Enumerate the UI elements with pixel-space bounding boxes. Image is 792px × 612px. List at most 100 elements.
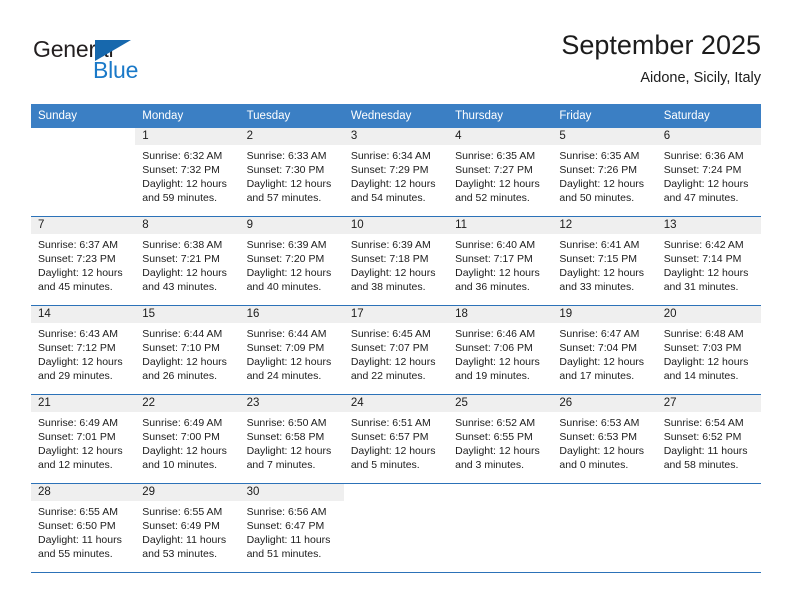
calendar-day-cell[interactable]: 24 Sunrise: 6:51 AM Sunset: 6:57 PM Dayligh… <box>343 394 449 484</box>
sunset-text: Sunset: 7:15 PM <box>559 253 638 265</box>
day-number: 9 <box>239 217 344 234</box>
daylight-text: and 3 minutes. <box>455 459 525 471</box>
sunset-text: Sunset: 7:09 PM <box>246 342 325 354</box>
daylight-text: Daylight: 12 hours <box>455 178 540 190</box>
sunrise-text: Sunrise: 6:48 AM <box>663 328 744 340</box>
daylight-text: and 43 minutes. <box>142 281 217 293</box>
day-cell-inner: 4 Sunrise: 6:35 AM Sunset: 7:27 PM Daylight… <box>448 128 553 216</box>
day-cell-inner: 27 Sunrise: 6:54 AM Sunset: 6:52 PM Dayligh… <box>656 395 761 483</box>
calendar-day-cell[interactable]: 2 Sunrise: 6:33 AM Sunset: 7:30 PM Daylight… <box>239 128 344 217</box>
calendar-day-cell[interactable]: 9 Sunrise: 6:39 AM Sunset: 7:20 PM Daylight… <box>239 216 344 306</box>
calendar-day-cell[interactable]: 12 Sunrise: 6:41 AM Sunset: 7:15 PM Dayligh… <box>552 216 657 306</box>
sunset-text: Sunset: 6:58 PM <box>246 431 325 443</box>
day-cell-inner: 24 Sunrise: 6:51 AM Sunset: 6:57 PM Dayligh… <box>343 395 449 483</box>
day-number <box>448 484 553 501</box>
calendar-day-cell[interactable]: 14 Sunrise: 6:43 AM Sunset: 7:12 PM Dayligh… <box>31 305 136 395</box>
daylight-text: Daylight: 11 hours <box>142 534 227 546</box>
day-cell-inner: 11 Sunrise: 6:40 AM Sunset: 7:17 PM Dayligh… <box>448 217 553 305</box>
calendar-day-cell[interactable]: 6 Sunrise: 6:36 AM Sunset: 7:24 PM Daylight… <box>656 128 761 217</box>
day-cell-inner: 6 Sunrise: 6:36 AM Sunset: 7:24 PM Daylight… <box>656 128 761 216</box>
day-number: 20 <box>656 306 761 323</box>
day-cell-inner: 15 Sunrise: 6:44 AM Sunset: 7:10 PM Dayligh… <box>135 306 240 394</box>
sunrise-text: Sunrise: 6:41 AM <box>559 239 640 251</box>
sunrise-text: Sunrise: 6:56 AM <box>246 506 327 518</box>
day-details: Sunrise: 6:46 AM Sunset: 7:06 PM Daylight:… <box>448 323 552 383</box>
calendar-day-cell[interactable]: 10 Sunrise: 6:39 AM Sunset: 7:18 PM Dayligh… <box>343 216 449 306</box>
calendar-week-row: 14 Sunrise: 6:43 AM Sunset: 7:12 PM Dayligh… <box>31 305 761 395</box>
daylight-text: Daylight: 12 hours <box>455 356 540 368</box>
day-number: 14 <box>31 306 136 323</box>
weekday-header-thursday: Thursday <box>448 104 553 128</box>
calendar-day-cell[interactable]: 3 Sunrise: 6:34 AM Sunset: 7:29 PM Daylight… <box>343 128 449 217</box>
day-number: 18 <box>448 306 553 323</box>
general-blue-logo[interactable]: General Blue <box>31 36 191 90</box>
daylight-text: Daylight: 12 hours <box>350 178 436 190</box>
calendar-day-cell[interactable]: 4 Sunrise: 6:35 AM Sunset: 7:27 PM Daylight… <box>448 128 553 217</box>
day-details <box>448 501 552 505</box>
calendar-day-cell[interactable]: 18 Sunrise: 6:46 AM Sunset: 7:06 PM Dayligh… <box>448 305 553 395</box>
calendar-day-cell[interactable]: 29 Sunrise: 6:55 AM Sunset: 6:49 PM Dayligh… <box>135 483 240 573</box>
day-details: Sunrise: 6:32 AM Sunset: 7:32 PM Daylight:… <box>135 145 239 205</box>
calendar-day-cell[interactable]: 30 Sunrise: 6:56 AM Sunset: 6:47 PM Dayligh… <box>239 483 344 573</box>
calendar-day-cell[interactable]: 16 Sunrise: 6:44 AM Sunset: 7:09 PM Dayligh… <box>239 305 344 395</box>
day-cell-inner: 22 Sunrise: 6:49 AM Sunset: 7:00 PM Dayligh… <box>135 395 240 483</box>
sunset-text: Sunset: 6:47 PM <box>246 520 325 532</box>
day-details: Sunrise: 6:38 AM Sunset: 7:21 PM Daylight:… <box>135 234 239 294</box>
sunrise-text: Sunrise: 6:44 AM <box>246 328 327 340</box>
sunset-text: Sunset: 7:24 PM <box>663 164 742 176</box>
sunset-text: Sunset: 6:55 PM <box>455 431 533 443</box>
daylight-text: and 31 minutes. <box>663 281 739 293</box>
day-cell-inner: 18 Sunrise: 6:46 AM Sunset: 7:06 PM Dayligh… <box>448 306 553 394</box>
daylight-text: and 45 minutes. <box>38 281 113 293</box>
calendar-day-cell[interactable]: 7 Sunrise: 6:37 AM Sunset: 7:23 PM Daylight… <box>31 216 136 306</box>
calendar-day-cell[interactable]: 13 Sunrise: 6:42 AM Sunset: 7:14 PM Dayligh… <box>656 216 761 306</box>
sunrise-text: Sunrise: 6:51 AM <box>350 417 431 429</box>
sunset-text: Sunset: 7:30 PM <box>246 164 325 176</box>
calendar-day-cell[interactable]: 17 Sunrise: 6:45 AM Sunset: 7:07 PM Dayligh… <box>343 305 449 395</box>
sunrise-text: Sunrise: 6:47 AM <box>559 328 640 340</box>
sunset-text: Sunset: 6:52 PM <box>663 431 742 443</box>
calendar-day-cell[interactable]: 22 Sunrise: 6:49 AM Sunset: 7:00 PM Dayligh… <box>135 394 240 484</box>
calendar-day-cell[interactable]: 26 Sunrise: 6:53 AM Sunset: 6:53 PM Dayligh… <box>552 394 657 484</box>
calendar-week-row: 28 Sunrise: 6:55 AM Sunset: 6:50 PM Dayligh… <box>31 483 761 573</box>
daylight-text: Daylight: 12 hours <box>350 445 436 457</box>
day-number: 30 <box>239 484 344 501</box>
calendar-day-cell[interactable]: 15 Sunrise: 6:44 AM Sunset: 7:10 PM Dayligh… <box>135 305 240 395</box>
calendar-day-cell[interactable]: 27 Sunrise: 6:54 AM Sunset: 6:52 PM Dayligh… <box>656 394 761 484</box>
sunset-text: Sunset: 7:01 PM <box>38 431 116 443</box>
calendar-day-cell[interactable]: 21 Sunrise: 6:49 AM Sunset: 7:01 PM Dayligh… <box>31 394 136 484</box>
daylight-text: and 57 minutes. <box>246 192 322 204</box>
day-details: Sunrise: 6:55 AM Sunset: 6:50 PM Daylight:… <box>31 501 135 561</box>
calendar-day-cell[interactable]: 11 Sunrise: 6:40 AM Sunset: 7:17 PM Dayligh… <box>448 216 553 306</box>
daylight-text: and 24 minutes. <box>246 370 322 382</box>
calendar-bottom-divider <box>31 572 761 573</box>
calendar-day-cell[interactable]: 20 Sunrise: 6:48 AM Sunset: 7:03 PM Dayligh… <box>656 305 761 395</box>
calendar-day-cell[interactable]: 1 Sunrise: 6:32 AM Sunset: 7:32 PM Daylight… <box>135 128 240 217</box>
sunset-text: Sunset: 7:21 PM <box>142 253 220 265</box>
daylight-text: and 54 minutes. <box>350 192 426 204</box>
calendar-day-cell[interactable]: 28 Sunrise: 6:55 AM Sunset: 6:50 PM Dayligh… <box>31 483 136 573</box>
daylight-text: and 38 minutes. <box>350 281 426 293</box>
page-header: General Blue September 2025 Aidone, Sici… <box>31 28 761 96</box>
sunrise-text: Sunrise: 6:46 AM <box>455 328 536 340</box>
calendar-page: General Blue September 2025 Aidone, Sici… <box>0 0 792 612</box>
location-subtitle: Aidone, Sicily, Italy <box>640 70 761 86</box>
day-number: 8 <box>135 217 240 234</box>
day-cell-inner: 25 Sunrise: 6:52 AM Sunset: 6:55 PM Dayligh… <box>448 395 553 483</box>
sunset-text: Sunset: 7:26 PM <box>559 164 638 176</box>
daylight-text: and 17 minutes. <box>559 370 635 382</box>
calendar-day-cell[interactable]: 19 Sunrise: 6:47 AM Sunset: 7:04 PM Dayligh… <box>552 305 657 395</box>
daylight-text: Daylight: 12 hours <box>559 178 645 190</box>
calendar-day-cell[interactable]: 5 Sunrise: 6:35 AM Sunset: 7:26 PM Daylight… <box>552 128 657 217</box>
sunset-text: Sunset: 7:27 PM <box>455 164 533 176</box>
calendar-day-cell[interactable]: 23 Sunrise: 6:50 AM Sunset: 6:58 PM Dayligh… <box>239 394 344 484</box>
calendar-day-cell[interactable]: 25 Sunrise: 6:52 AM Sunset: 6:55 PM Dayligh… <box>448 394 553 484</box>
day-number: 1 <box>135 128 240 145</box>
daylight-text: Daylight: 12 hours <box>663 267 749 279</box>
sunset-text: Sunset: 7:07 PM <box>350 342 429 354</box>
day-number: 28 <box>31 484 136 501</box>
daylight-text: and 33 minutes. <box>559 281 635 293</box>
sunrise-text: Sunrise: 6:42 AM <box>663 239 744 251</box>
sunset-text: Sunset: 7:14 PM <box>663 253 742 265</box>
calendar-day-cell[interactable]: 8 Sunrise: 6:38 AM Sunset: 7:21 PM Daylight… <box>135 216 240 306</box>
